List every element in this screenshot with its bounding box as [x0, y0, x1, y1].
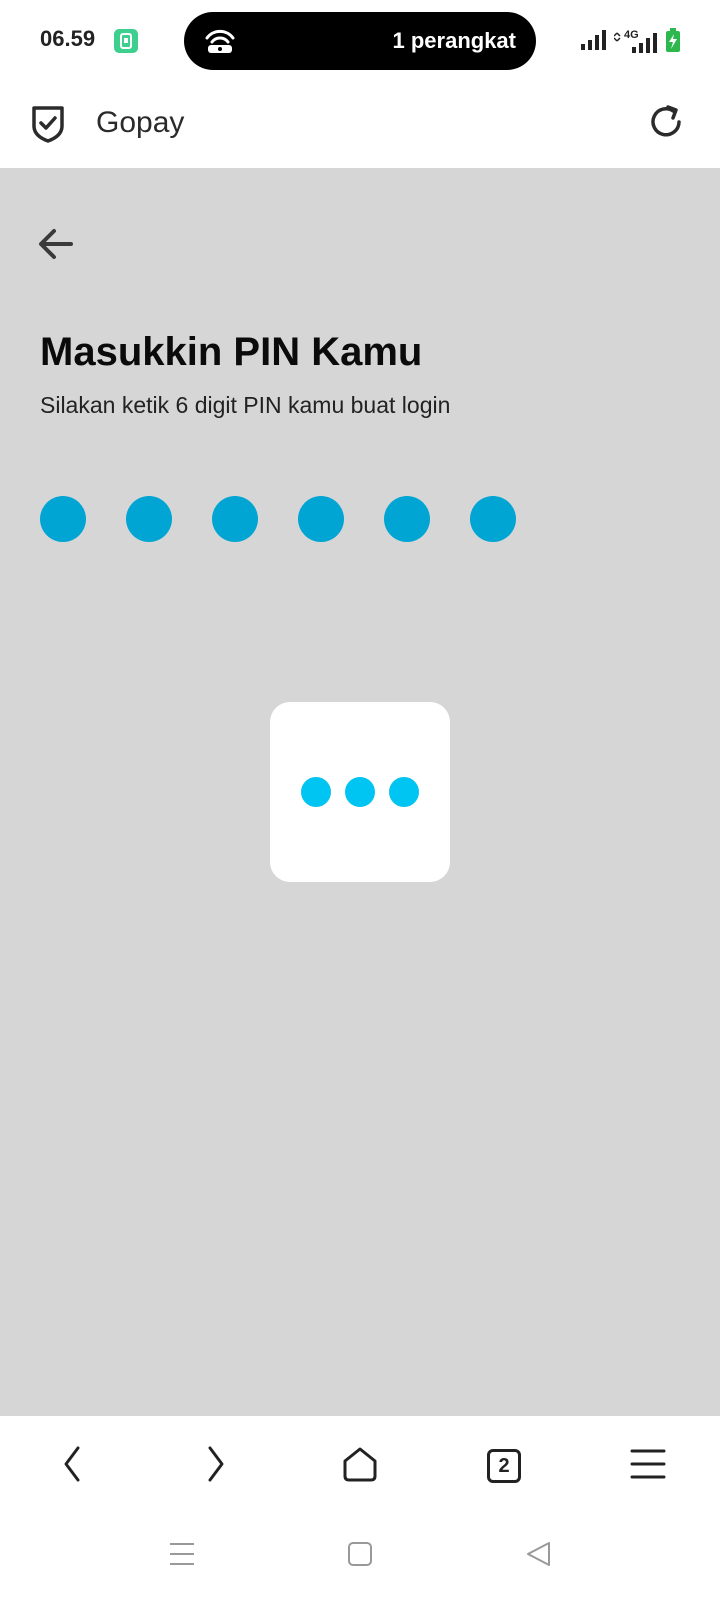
loading-indicator — [270, 702, 450, 882]
recent-apps-button[interactable] — [162, 1536, 202, 1576]
system-home-button[interactable] — [340, 1536, 380, 1576]
home-icon — [341, 1446, 379, 1487]
browser-home-button[interactable] — [336, 1442, 384, 1490]
hotspot-icon — [204, 28, 236, 59]
chevron-right-icon — [204, 1444, 228, 1489]
browser-back-button[interactable] — [48, 1442, 96, 1490]
pin-dot — [384, 496, 430, 542]
pin-dot — [298, 496, 344, 542]
loading-dot — [301, 777, 331, 807]
triangle-back-icon — [525, 1541, 551, 1572]
pin-indicator — [40, 496, 516, 542]
hamburger-menu-icon — [630, 1448, 666, 1485]
battery-charging-icon — [666, 28, 680, 57]
tabs-button[interactable]: 2 — [480, 1442, 528, 1490]
square-icon — [347, 1541, 373, 1572]
back-button[interactable] — [36, 224, 76, 264]
status-time: 06.59 — [40, 26, 96, 51]
chevron-left-icon — [60, 1444, 84, 1489]
system-back-button[interactable] — [518, 1536, 558, 1576]
status-bar: 06.59 1 perangkat 4G — [0, 0, 720, 82]
menu-button[interactable] — [624, 1442, 672, 1490]
notification-app-icon — [114, 29, 138, 53]
browser-toolbar: 2 — [0, 1416, 720, 1516]
loading-dot — [389, 777, 419, 807]
page-subtitle: Silakan ketik 6 digit PIN kamu buat logi… — [40, 392, 451, 418]
pin-dot — [470, 496, 516, 542]
pin-dot — [212, 496, 258, 542]
app-bar: Gopay — [0, 82, 720, 168]
app-title: Gopay — [96, 106, 185, 139]
browser-forward-button[interactable] — [192, 1442, 240, 1490]
tab-count: 2 — [487, 1449, 521, 1483]
signal-icon — [580, 29, 608, 56]
pin-screen: Masukkin PIN Kamu Silakan ketik 6 digit … — [0, 168, 720, 1416]
hotspot-pill[interactable]: 1 perangkat — [184, 12, 536, 70]
reload-icon[interactable] — [646, 102, 686, 147]
recent-apps-icon — [169, 1542, 195, 1571]
hotspot-text: 1 perangkat — [392, 28, 517, 53]
system-navigation-bar — [0, 1516, 720, 1600]
pin-dot — [40, 496, 86, 542]
shield-check-icon[interactable] — [30, 104, 66, 149]
loading-dot — [345, 777, 375, 807]
arrow-left-icon — [36, 229, 76, 268]
pin-dot — [126, 496, 172, 542]
status-indicators: 4G — [580, 28, 680, 57]
page-title: Masukkin PIN Kamu — [40, 330, 423, 374]
signal-4g-icon: 4G — [614, 29, 660, 55]
